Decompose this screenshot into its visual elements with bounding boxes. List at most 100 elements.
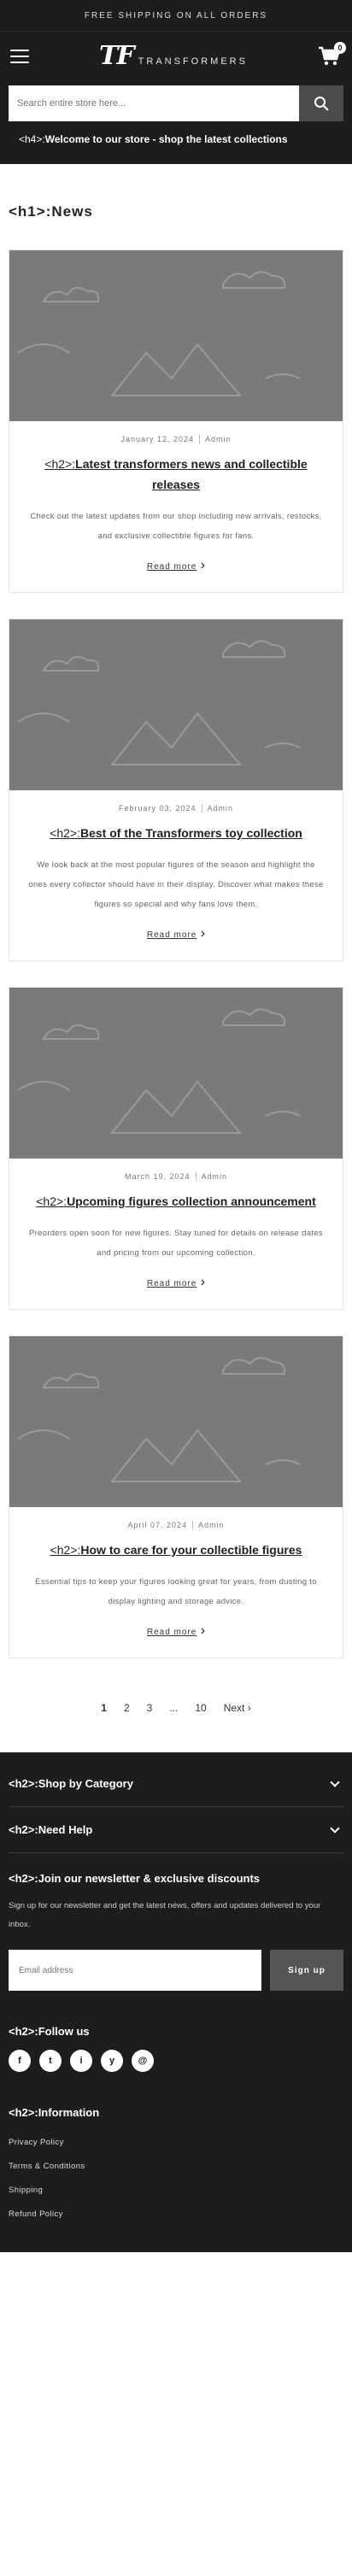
cart-count: 0 <box>334 41 346 54</box>
page-link[interactable]: 1 <box>101 1702 107 1714</box>
article-excerpt: Essential tips to keep your figures look… <box>35 1577 317 1606</box>
page-ellipsis: ... <box>169 1702 179 1714</box>
accordion-tag: <h2>: <box>9 1823 38 1836</box>
accordion-label: Need Help <box>38 1823 93 1836</box>
instagram-icon[interactable]: i <box>70 2050 92 2072</box>
article-title[interactable]: <h2>:How to care for your collectible fi… <box>26 1540 326 1560</box>
article-title-text: Latest transformers news and collectible… <box>75 457 308 491</box>
read-more-label: Read more <box>146 562 197 572</box>
article-meta: February 03, 2024 Admin <box>26 804 326 813</box>
page-link[interactable]: 10 <box>195 1702 206 1714</box>
article-excerpt: We look back at the most popular figures… <box>28 860 324 909</box>
read-more-link[interactable]: Read more › <box>26 1275 326 1290</box>
info-title-text: Information <box>38 2106 100 2119</box>
store-logo[interactable]: TF TRANSFORMERS <box>99 41 248 71</box>
twitter-icon[interactable]: t <box>39 2050 62 2072</box>
read-more-link[interactable]: Read more › <box>26 1623 326 1639</box>
chevron-right-icon: › <box>247 1702 251 1714</box>
article-excerpt: Preorders open soon for new figures. Sta… <box>29 1229 323 1258</box>
chevron-right-icon: › <box>200 1623 206 1638</box>
chevron-right-icon: › <box>200 558 206 572</box>
footer-accordion-help[interactable]: <h2>:Need Help <box>9 1807 343 1853</box>
search-button[interactable] <box>299 85 343 121</box>
article-author: Admin <box>201 804 234 813</box>
read-more-label: Read more <box>146 930 197 940</box>
chevron-down-icon <box>330 1822 340 1834</box>
search-input[interactable] <box>9 85 299 121</box>
promo-text: FREE SHIPPING ON ALL ORDERS <box>84 10 268 21</box>
facebook-icon[interactable]: f <box>9 2050 31 2072</box>
article-title-text: Best of the Transformers toy collection <box>79 826 302 840</box>
newsletter: <h2>:Join our newsletter & exclusive dis… <box>9 1853 343 1991</box>
announcement-tag: <h4>: <box>19 133 45 145</box>
footer-accordion-category[interactable]: <h2>:Shop by Category <box>9 1761 343 1807</box>
article-author: Admin <box>192 1521 225 1529</box>
article-image[interactable] <box>9 250 343 421</box>
footer-link[interactable]: Refund Policy <box>9 2203 343 2227</box>
search-icon <box>314 97 329 111</box>
article-meta: March 19, 2024 Admin <box>26 1172 326 1181</box>
email-icon[interactable]: @ <box>132 2050 154 2072</box>
pagination: 1 2 3 ... 10 Next › <box>0 1684 352 1732</box>
site-footer: <h2>:Shop by Category <h2>:Need Help <h2… <box>0 1752 352 2252</box>
article-title[interactable]: <h2>:Best of the Transformers toy collec… <box>26 823 326 843</box>
site-header: TF TRANSFORMERS 0 <box>0 31 352 80</box>
article-card: January 12, 2024 Admin <h2>:Latest transfo… <box>9 249 343 593</box>
article-title[interactable]: <h2>:Upcoming figures collection announc… <box>26 1191 326 1212</box>
information: <h2>:Information Privacy Policy Terms & … <box>9 2106 343 2227</box>
newsletter-title: <h2>:Join our newsletter & exclusive dis… <box>9 1872 343 1885</box>
follow-us: <h2>:Follow us f t i y @ <box>9 2025 343 2072</box>
article-title-tag: <h2>: <box>44 457 76 471</box>
article-title-tag: <h2>: <box>36 1194 67 1208</box>
article-image[interactable] <box>9 988 343 1159</box>
article-image[interactable] <box>9 1336 343 1507</box>
article-title-tag: <h2>: <box>50 1543 81 1557</box>
newsletter-tag: <h2>: <box>9 1872 38 1885</box>
page-title: <h1>:News <box>0 164 352 249</box>
article-card: April 07, 2024 Admin <h2>:How to care for … <box>9 1335 343 1658</box>
announcement-text: Welcome to our store - shop the latest c… <box>44 133 288 145</box>
page-title-text: News <box>51 203 93 220</box>
article-date: January 12, 2024 <box>120 435 195 443</box>
footer-link[interactable]: Terms & Conditions <box>9 2155 343 2179</box>
chevron-right-icon: › <box>200 1275 206 1289</box>
article-card: March 19, 2024 Admin <h2>:Upcoming figures… <box>9 987 343 1310</box>
next-page-link[interactable]: Next › <box>224 1702 251 1714</box>
info-title: <h2>:Information <box>9 2106 343 2119</box>
read-more-link[interactable]: Read more › <box>26 558 326 573</box>
cart-icon[interactable]: 0 <box>318 41 346 67</box>
article-title-tag: <h2>: <box>50 826 80 840</box>
newsletter-text: Sign up for our newsletter and get the l… <box>9 1901 321 1929</box>
newsletter-email-field[interactable] <box>9 1950 261 1991</box>
menu-icon[interactable] <box>10 49 29 63</box>
accordion-label: Shop by Category <box>38 1777 133 1790</box>
article-card: February 03, 2024 Admin <h2>:Best of the T… <box>9 619 343 961</box>
info-tag: <h2>: <box>9 2106 38 2119</box>
article-meta: April 07, 2024 Admin <box>26 1521 326 1529</box>
footer-link[interactable]: Shipping <box>9 2179 343 2203</box>
article-excerpt: Check out the latest updates from our sh… <box>30 512 322 541</box>
article-title[interactable]: <h2>:Latest transformers news and collec… <box>26 454 326 495</box>
page-title-tag: <h1>: <box>9 203 52 220</box>
footer-link[interactable]: Privacy Policy <box>9 2131 343 2155</box>
promo-bar: FREE SHIPPING ON ALL ORDERS <box>0 0 352 31</box>
announcement[interactable]: <h4>:Welcome to our store - shop the lat… <box>0 130 352 164</box>
read-more-link[interactable]: Read more › <box>26 926 326 942</box>
page-link[interactable]: 3 <box>147 1702 153 1714</box>
follow-title: <h2>:Follow us <box>9 2025 343 2038</box>
article-date: February 03, 2024 <box>118 804 197 813</box>
article-meta: January 12, 2024 Admin <box>26 435 326 443</box>
search-bar <box>0 80 352 130</box>
read-more-label: Read more <box>146 1279 197 1288</box>
youtube-icon[interactable]: y <box>101 2050 123 2072</box>
newsletter-title-text: Join our newsletter & exclusive discount… <box>38 1872 261 1885</box>
article-date: April 07, 2024 <box>127 1521 188 1529</box>
article-date: March 19, 2024 <box>124 1172 191 1181</box>
article-title-text: How to care for your collectible figures <box>80 1543 302 1557</box>
read-more-label: Read more <box>146 1628 197 1637</box>
logo-mark: TF <box>99 41 135 71</box>
page-link[interactable]: 2 <box>124 1702 130 1714</box>
logo-text: TRANSFORMERS <box>138 56 248 67</box>
newsletter-submit-button[interactable]: Sign up <box>270 1950 343 1991</box>
article-image[interactable] <box>9 619 343 790</box>
